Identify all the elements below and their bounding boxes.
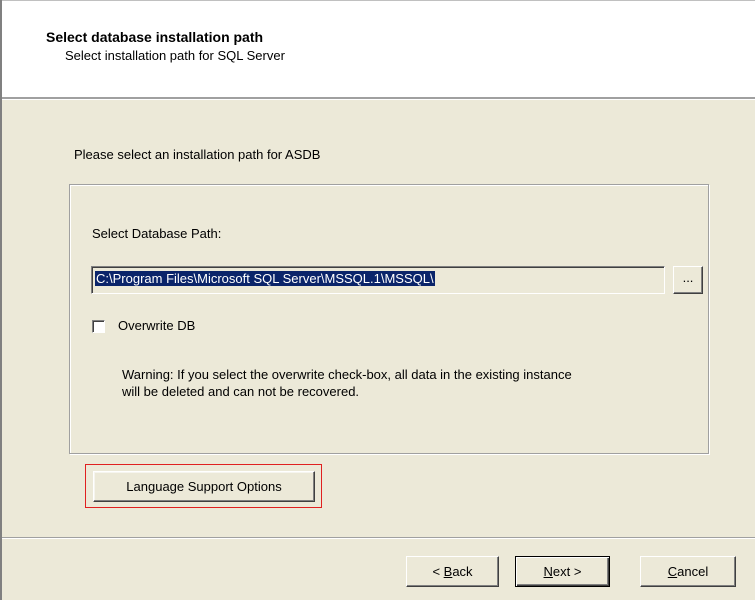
cancel-button-mnemonic: C	[667, 564, 678, 579]
back-button-label-rest: ack	[452, 564, 473, 579]
wizard-header: Select database installation path Select…	[2, 1, 755, 97]
page-title: Select database installation path	[46, 29, 264, 45]
back-button[interactable]: < Back	[406, 556, 499, 587]
warning-line-1: Warning: If you select the overwrite che…	[122, 367, 572, 382]
database-path-value: C:\Program Files\Microsoft SQL Server\MS…	[95, 271, 435, 286]
next-button-mnemonic: N	[543, 564, 553, 579]
next-button-label-rest: ext	[552, 564, 571, 579]
install-path-prompt: Please select an installation path for A…	[74, 147, 321, 162]
cancel-button[interactable]: Cancel	[640, 556, 736, 587]
back-button-prefix: <	[432, 564, 444, 579]
overwrite-warning: Warning: If you select the overwrite che…	[122, 366, 692, 400]
overwrite-db-checkbox[interactable]	[92, 320, 105, 333]
next-button[interactable]: Next >	[515, 556, 610, 587]
cancel-button-label-rest: ancel	[677, 564, 709, 579]
database-path-input[interactable]: C:\Program Files\Microsoft SQL Server\MS…	[91, 266, 665, 294]
language-support-options-button[interactable]: Language Support Options	[93, 471, 315, 502]
next-button-suffix: >	[570, 564, 582, 579]
page-subtitle: Select installation path for SQL Server	[65, 48, 285, 63]
browse-button[interactable]: ...	[673, 266, 703, 294]
overwrite-db-label[interactable]: Overwrite DB	[118, 318, 195, 333]
footer-divider	[2, 537, 755, 539]
database-path-label: Select Database Path:	[92, 226, 222, 241]
warning-line-2: will be deleted and can not be recovered…	[122, 384, 360, 399]
